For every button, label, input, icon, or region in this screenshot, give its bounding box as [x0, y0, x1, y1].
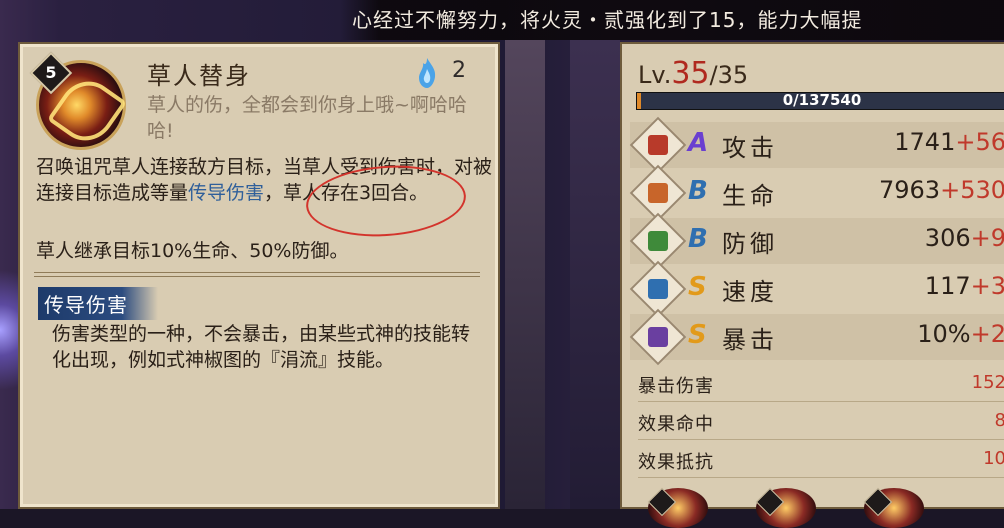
soul-fire-cost: 2: [452, 58, 466, 83]
stat-grade: B: [688, 176, 708, 206]
sub-stat-row: 效果抵抗 10: [630, 442, 1004, 478]
stat-value: 306+9: [925, 224, 1004, 252]
stat-row: S 暴击 10%+2: [629, 308, 1004, 366]
exp-bar: 0/137540: [636, 91, 1004, 110]
shikigami-level-badge: [755, 487, 785, 517]
stat-row: S 速度 117+3: [629, 260, 1004, 318]
background-pillar: [570, 40, 620, 509]
stat-bonus: +9: [970, 224, 1004, 252]
shikigami-avatar[interactable]: [755, 487, 816, 528]
shikigami-level-badge: [647, 487, 677, 517]
sub-stat-value: 8: [994, 410, 1004, 431]
stat-bonus: +3: [970, 272, 1004, 300]
stat-base: 1741: [894, 128, 956, 156]
divider: [638, 439, 1004, 440]
level-display: Lv.35/35: [638, 56, 748, 91]
divider: [638, 401, 1004, 402]
conduct-damage-link[interactable]: 传导伤害: [188, 182, 264, 204]
level-label: Lv.: [638, 61, 672, 89]
level-current: 35: [671, 56, 710, 91]
stats-panel: Lv.35/35 0/137540 A 攻击 1741+56 B 生命 7963+530 B…: [620, 42, 1004, 509]
sub-stat-value: 10: [983, 448, 1004, 469]
stat-grade: S: [688, 272, 707, 302]
stat-value: 1741+56: [894, 128, 1004, 156]
stat-bonus: +56: [955, 128, 1004, 156]
sub-stat-label: 效果命中: [638, 414, 714, 435]
stat-value: 117+3: [925, 272, 1004, 300]
stat-label: 速度: [722, 278, 778, 306]
stat-base: 306: [924, 224, 971, 252]
stat-label: 攻击: [722, 134, 778, 162]
skill-description-line2: 草人继承目标10%生命、50%防御。: [36, 240, 349, 262]
shikigami-avatar[interactable]: [647, 487, 708, 528]
term-description: 伤害类型的一种，不会暴击，由某些式神的技能转化出现，例如式神椒图的『涓流』技能。: [52, 323, 471, 371]
stat-label: 生命: [722, 182, 778, 210]
stat-label: 防御: [722, 230, 778, 258]
shikigami-avatar[interactable]: [863, 487, 924, 528]
stat-base: 117: [924, 272, 971, 300]
divider: [34, 272, 480, 277]
sub-stat-label: 暴击伤害: [638, 376, 714, 397]
exp-text: 0/137540: [782, 91, 862, 109]
stat-base: 7963: [879, 176, 941, 204]
stat-row: B 防御 306+9: [629, 212, 1004, 270]
background-pillar: [505, 40, 545, 509]
stat-value: 10%+2: [917, 320, 1004, 348]
sub-stat-row: 效果命中 8: [630, 404, 1004, 440]
stat-row: A 攻击 1741+56: [629, 116, 1004, 174]
sub-stat-row: 暴击伤害 152: [630, 366, 1004, 402]
soul-fire-icon: [419, 58, 436, 88]
stat-value: 7963+530: [879, 176, 1004, 204]
stat-grade: B: [688, 224, 708, 254]
skill-detail-panel: 5 草人替身 草人的伤，全都会到你身上哦~啊哈哈哈! 2 召唤诅咒草人连接敌方目…: [18, 42, 500, 509]
divider: [638, 477, 1004, 478]
shikigami-level-badge: [863, 487, 893, 517]
stat-grade: A: [688, 128, 709, 158]
skill-name: 草人替身: [147, 62, 251, 90]
stat-bonus: +530: [940, 176, 1004, 204]
stat-base: 10%: [917, 320, 971, 348]
sub-stat-label: 效果抵抗: [638, 452, 714, 473]
shikigami-row: [636, 487, 1004, 528]
sub-stat-value: 152: [971, 372, 1004, 393]
term-title-tag: 传导伤害: [38, 287, 158, 320]
system-notice-banner: 心经过不懈努力，将火灵・贰强化到了15，能力大幅提: [340, 0, 1004, 40]
stat-row: B 生命 7963+530: [629, 164, 1004, 222]
stat-bonus: +2: [970, 320, 1004, 348]
skill-level: 5: [45, 63, 57, 82]
banner-icon: [629, 308, 687, 366]
stat-label: 暴击: [722, 326, 778, 354]
notice-text: 心经过不懈努力，将火灵・贰强化到了15，能力大幅提: [352, 8, 863, 32]
level-max: /35: [709, 61, 749, 89]
stat-grade: S: [688, 320, 707, 350]
skill-quote: 草人的伤，全都会到你身上哦~啊哈哈哈!: [147, 94, 467, 142]
